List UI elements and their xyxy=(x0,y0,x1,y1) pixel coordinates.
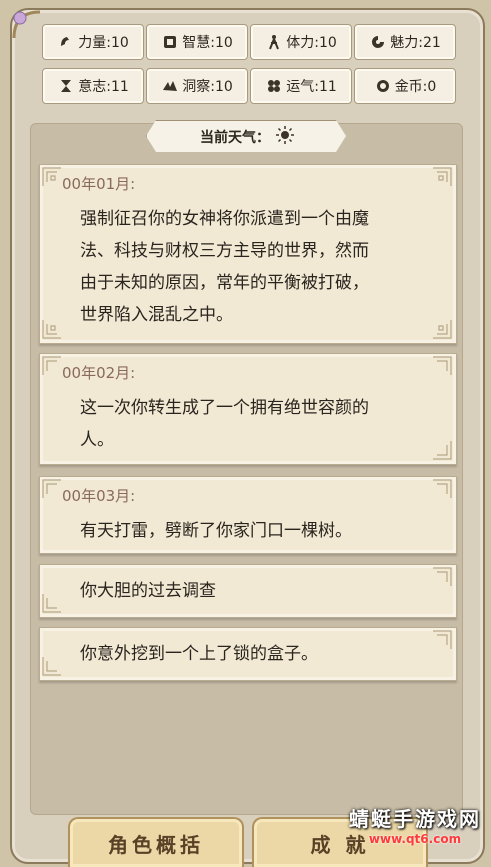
event-card: 00年02月: 这一次你转生成了一个拥有绝世容颜的 人。 xyxy=(39,353,457,465)
event-month: 00年02月: xyxy=(62,364,136,382)
card-corner-ornament-icon xyxy=(433,567,452,586)
stat-stamina: 体力:10 xyxy=(250,24,352,60)
weather-label: 当前天气： xyxy=(200,130,270,146)
event-text: 你大胆的过去调查 xyxy=(80,575,434,607)
card-corner-ornament-icon xyxy=(42,657,61,676)
card-corner-ornament-icon xyxy=(42,320,61,339)
stat-label: 洞察:10 xyxy=(182,79,233,95)
watermark-url: www.qt6.com xyxy=(368,832,462,846)
profile-button[interactable]: 角色概括 xyxy=(68,817,244,867)
event-month: 00年01月: xyxy=(62,175,136,193)
event-text: 这一次你转生成了一个拥有绝世容颜的 人。 xyxy=(80,392,434,456)
card-corner-ornament-icon xyxy=(433,167,452,186)
event-line: 法、科技与财权三方主导的世界，然而 xyxy=(80,241,369,261)
stat-gold: 金币:0 xyxy=(354,68,456,104)
stat-strength: 力量:10 xyxy=(42,24,144,60)
charm-icon xyxy=(369,33,387,51)
luck-icon xyxy=(265,77,283,95)
card-corner-ornament-icon xyxy=(42,594,61,613)
event-line: 世界陷入混乱之中。 xyxy=(80,305,233,325)
event-line: 有天打雷，劈断了你家门口一棵树。 xyxy=(80,521,352,541)
strength-icon xyxy=(57,33,75,51)
stat-will: 意志:11 xyxy=(42,68,144,104)
event-card: 00年03月: 有天打雷，劈断了你家门口一棵树。 xyxy=(39,476,457,554)
event-line: 强制征召你的女神将你派遣到一个由魔 xyxy=(80,209,369,229)
card-corner-ornament-icon xyxy=(433,441,452,460)
event-text: 有天打雷，劈断了你家门口一棵树。 xyxy=(80,515,434,547)
stat-label: 意志:11 xyxy=(78,79,129,95)
card-corner-ornament-icon xyxy=(433,479,452,498)
stat-wisdom: 智慧:10 xyxy=(146,24,248,60)
will-icon xyxy=(57,77,75,95)
coin-icon xyxy=(374,77,392,95)
insight-icon xyxy=(161,77,179,95)
stat-label: 力量:10 xyxy=(78,35,129,51)
site-watermark: 蜻蜓手游戏网 www.qt6.com xyxy=(345,803,485,863)
event-text: 你意外挖到一个上了锁的盒子。 xyxy=(80,638,434,670)
stat-luck: 运气:11 xyxy=(250,68,352,104)
stat-label: 运气:11 xyxy=(286,79,337,95)
card-corner-ornament-icon xyxy=(42,356,61,375)
card-corner-ornament-icon xyxy=(433,630,452,649)
card-corner-ornament-icon xyxy=(433,356,452,375)
stat-label: 魅力:21 xyxy=(390,35,441,51)
stamina-icon xyxy=(265,33,283,51)
event-line: 由于未知的原因，常年的平衡被打破， xyxy=(80,273,369,293)
wisdom-icon xyxy=(161,33,179,51)
event-text: 强制征召你的女神将你派遣到一个由魔 法、科技与财权三方主导的世界，然而 由于未知… xyxy=(80,203,434,331)
stat-label: 智慧:10 xyxy=(182,35,233,51)
stat-label: 金币:0 xyxy=(394,79,437,95)
stat-charm: 魅力:21 xyxy=(354,24,456,60)
weather-bar: 当前天气： xyxy=(146,120,346,152)
event-card: 你意外挖到一个上了锁的盒子。 xyxy=(39,627,457,681)
event-card: 00年01月: 强制征召你的女神将你派遣到一个由魔 法、科技与财权三方主导的世界… xyxy=(39,164,457,344)
card-corner-ornament-icon xyxy=(433,320,452,339)
stat-label: 体力:10 xyxy=(286,35,337,51)
event-card: 你大胆的过去调查 xyxy=(39,564,457,618)
event-line: 你意外挖到一个上了锁的盒子。 xyxy=(80,644,318,664)
event-month: 00年03月: xyxy=(62,487,136,505)
card-corner-ornament-icon xyxy=(42,479,61,498)
sun-icon xyxy=(276,126,294,148)
event-line: 你大胆的过去调查 xyxy=(80,581,216,601)
event-line: 人。 xyxy=(80,430,114,450)
stat-insight: 洞察:10 xyxy=(146,68,248,104)
event-line: 这一次你转生成了一个拥有绝世容颜的 xyxy=(80,398,369,418)
card-corner-ornament-icon xyxy=(42,167,61,186)
watermark-title: 蜻蜓手游戏网 xyxy=(349,807,481,831)
